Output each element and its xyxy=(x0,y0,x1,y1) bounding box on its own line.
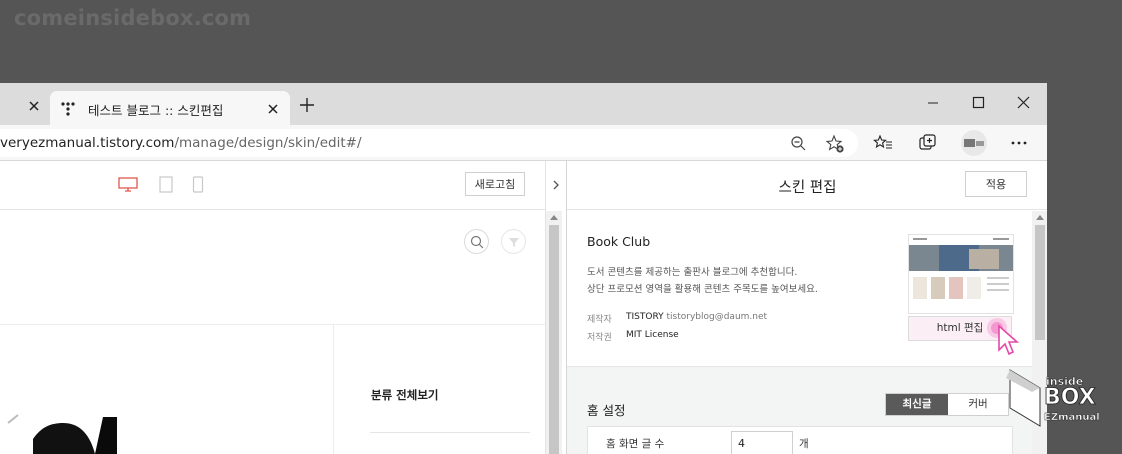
cover-option[interactable]: 커버 xyxy=(948,394,1008,415)
more-menu-icon[interactable] xyxy=(1010,138,1028,148)
previous-tab-close-icon[interactable] xyxy=(26,98,42,114)
cursor-pointer-icon xyxy=(987,318,1020,356)
maker-name: TISTORY xyxy=(626,312,664,322)
scroll-up-arrow-icon[interactable] xyxy=(1036,214,1044,220)
url-path: /manage/design/skin/edit#/ xyxy=(174,135,362,151)
home-type-toggle: 최신글 커버 xyxy=(885,393,1009,416)
new-tab-icon[interactable] xyxy=(298,96,316,114)
home-post-count-input[interactable] xyxy=(731,431,793,454)
filter-icon xyxy=(509,238,519,247)
zoom-out-icon[interactable] xyxy=(790,135,807,152)
panel-scroll-thumb[interactable] xyxy=(1035,225,1045,340)
chevron-right-icon xyxy=(553,180,559,190)
panel-divider xyxy=(567,209,1047,210)
apply-button[interactable]: 적용 xyxy=(965,171,1027,197)
post-photo-image xyxy=(33,417,117,454)
insidebox-logo-graphic: BOX inside EZmanual xyxy=(1006,369,1100,427)
tablet-view-icon[interactable] xyxy=(159,176,173,194)
preview-toolbar: 새로고침 xyxy=(0,161,545,210)
logo-ezmanual-text: EZmanual xyxy=(1044,412,1100,423)
url-text: veryezmanual.tistory.com/manage/design/s… xyxy=(0,135,362,151)
preview-scrollbar[interactable] xyxy=(546,211,562,454)
preview-sidebar-divider xyxy=(333,324,334,454)
window-close-icon[interactable] xyxy=(1000,89,1046,117)
desktop-view-icon[interactable] xyxy=(118,177,138,193)
tab-close-icon[interactable] xyxy=(266,102,280,116)
tistory-favicon-icon xyxy=(61,102,75,116)
insidebox-logo: BOX inside EZmanual xyxy=(1004,368,1108,430)
tab-skin-edit[interactable]: 테스트 블로그 :: 스킨편집 xyxy=(50,91,290,125)
skin-description-line2: 상단 프로모션 영역을 활용해 콘텐츠 주목도를 높여보세요. xyxy=(587,284,818,295)
post-photo[interactable] xyxy=(33,417,117,454)
skin-preview: 새로고침 분류 전체보기 xyxy=(0,161,566,454)
url-domain: veryezmanual.tistory.com xyxy=(0,135,175,151)
skin-name: Book Club xyxy=(587,234,651,249)
refresh-button[interactable]: 새로고침 xyxy=(465,172,525,196)
home-settings-title: 홈 설정 xyxy=(587,403,626,418)
search-icon xyxy=(470,235,484,249)
latest-posts-option[interactable]: 최신글 xyxy=(886,394,948,415)
profile-logo-icon xyxy=(964,139,984,147)
pencil-icon xyxy=(7,414,19,424)
address-toolbar: veryezmanual.tistory.com/manage/design/s… xyxy=(0,125,1047,161)
profile-avatar[interactable] xyxy=(961,130,987,156)
home-post-count-unit: 개 xyxy=(799,438,809,450)
blog-menu-button[interactable] xyxy=(501,229,526,254)
maker-value: TISTORY tistoryblog@daum.net xyxy=(626,312,767,322)
mobile-view-icon[interactable] xyxy=(192,176,204,194)
maker-label: 제작자 xyxy=(587,315,612,325)
logo-inside-text: inside xyxy=(1046,375,1083,388)
logo-box-text: BOX xyxy=(1044,385,1096,410)
preview-divider xyxy=(0,324,545,325)
tab-bar: 테스트 블로그 :: 스킨편집 xyxy=(0,83,1047,125)
minimize-icon[interactable] xyxy=(910,89,956,117)
skin-thumbnail-image xyxy=(909,235,1013,313)
license-value: MIT License xyxy=(626,330,679,340)
skin-edit-panel: 스킨 편집 적용 Book Club 도서 콘텐츠를 제공하는 출판사 블로그에… xyxy=(566,161,1047,454)
maximize-icon[interactable] xyxy=(955,89,1001,117)
home-post-count-row: 홈 화면 글 수 개 xyxy=(587,426,1013,454)
license-label: 저작권 xyxy=(587,333,612,343)
add-favorite-icon[interactable] xyxy=(825,134,845,154)
address-bar[interactable]: veryezmanual.tistory.com/manage/design/s… xyxy=(0,129,858,157)
browser-window: 테스트 블로그 :: 스킨편집 veryezmanual.tistory.com… xyxy=(0,83,1047,454)
category-all-link[interactable]: 분류 전체보기 xyxy=(371,387,438,403)
preview-scroll-thumb[interactable] xyxy=(549,225,559,454)
home-settings-section: 홈 설정 최신글 커버 홈 화면 글 수 개 xyxy=(567,366,1032,454)
scroll-up-arrow-icon[interactable] xyxy=(550,214,558,220)
favorites-icon[interactable] xyxy=(873,134,893,152)
watermark-text: comeinsidebox.com xyxy=(14,6,252,30)
maker-email: tistoryblog@daum.net xyxy=(666,312,768,322)
collections-icon[interactable] xyxy=(918,133,938,153)
home-post-count-label: 홈 화면 글 수 xyxy=(606,438,665,450)
category-divider xyxy=(370,432,530,433)
skin-description-line1: 도서 콘텐츠를 제공하는 출판사 블로그에 추천합니다. xyxy=(587,267,798,278)
skin-thumbnail xyxy=(908,234,1014,314)
tab-title: 테스트 블로그 :: 스킨편집 xyxy=(88,103,224,118)
blog-search-button[interactable] xyxy=(464,229,489,254)
